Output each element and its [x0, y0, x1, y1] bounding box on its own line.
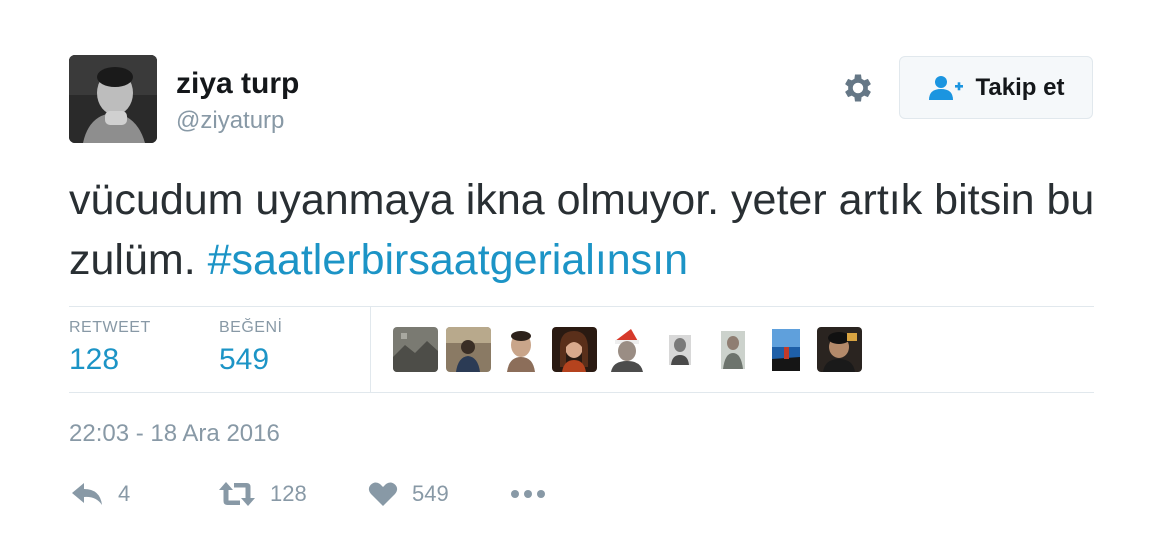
stats-top-divider	[69, 306, 1094, 307]
reply-button[interactable]: 4	[70, 474, 130, 514]
retweet-count: 128	[270, 481, 307, 506]
reply-count: 4	[118, 481, 131, 506]
tweet-card: ziya turp @ziyaturp Takip et vücudum uya…	[0, 0, 1168, 555]
heart-icon	[368, 482, 398, 506]
hashtag-link[interactable]: #saatlerbirsaatgerialınsın	[208, 236, 688, 284]
add-user-icon	[928, 75, 963, 100]
stats-vertical-divider	[370, 307, 371, 392]
liker-avatar[interactable]	[605, 327, 650, 372]
like-stat-label: BEĞENİ	[219, 319, 283, 336]
tweet-timestamp[interactable]: 22:03 - 18 Ara 2016	[69, 419, 280, 449]
reply-icon	[72, 483, 102, 505]
like-button[interactable]: 549	[368, 474, 449, 514]
liker-avatar[interactable]	[711, 327, 756, 372]
retweet-button[interactable]: 128	[218, 474, 307, 514]
liker-avatar[interactable]	[446, 327, 491, 372]
liker-avatar[interactable]	[658, 327, 703, 372]
retweet-stat-label: RETWEET	[69, 319, 151, 336]
liker-avatar[interactable]	[764, 327, 809, 372]
liker-avatar[interactable]	[817, 327, 862, 372]
retweet-stat-value: 128	[69, 343, 120, 376]
retweet-stat[interactable]: RETWEET 128	[69, 318, 151, 382]
more-button[interactable]	[510, 474, 546, 514]
follow-button-label: Takip et	[975, 73, 1065, 101]
liker-avatar[interactable]	[552, 327, 597, 372]
avatar-image	[69, 55, 157, 143]
retweet-icon	[219, 482, 255, 506]
liker-avatar[interactable]	[393, 327, 438, 372]
stats-bottom-divider	[69, 392, 1094, 393]
tweet-text: vücudum uyanmaya ikna olmuyor. yeter art…	[69, 170, 1099, 290]
follow-button[interactable]: Takip et	[899, 56, 1093, 119]
like-stat-value: 549	[219, 343, 270, 376]
like-count: 549	[412, 481, 449, 506]
more-icon	[511, 490, 545, 498]
author-display-name[interactable]: ziya turp	[176, 66, 299, 102]
gear-icon[interactable]	[840, 70, 876, 106]
like-stat[interactable]: BEĞENİ 549	[219, 318, 282, 382]
liker-avatar[interactable]	[499, 327, 544, 372]
author-handle[interactable]: @ziyaturp	[176, 106, 284, 136]
author-avatar[interactable]	[69, 55, 157, 143]
